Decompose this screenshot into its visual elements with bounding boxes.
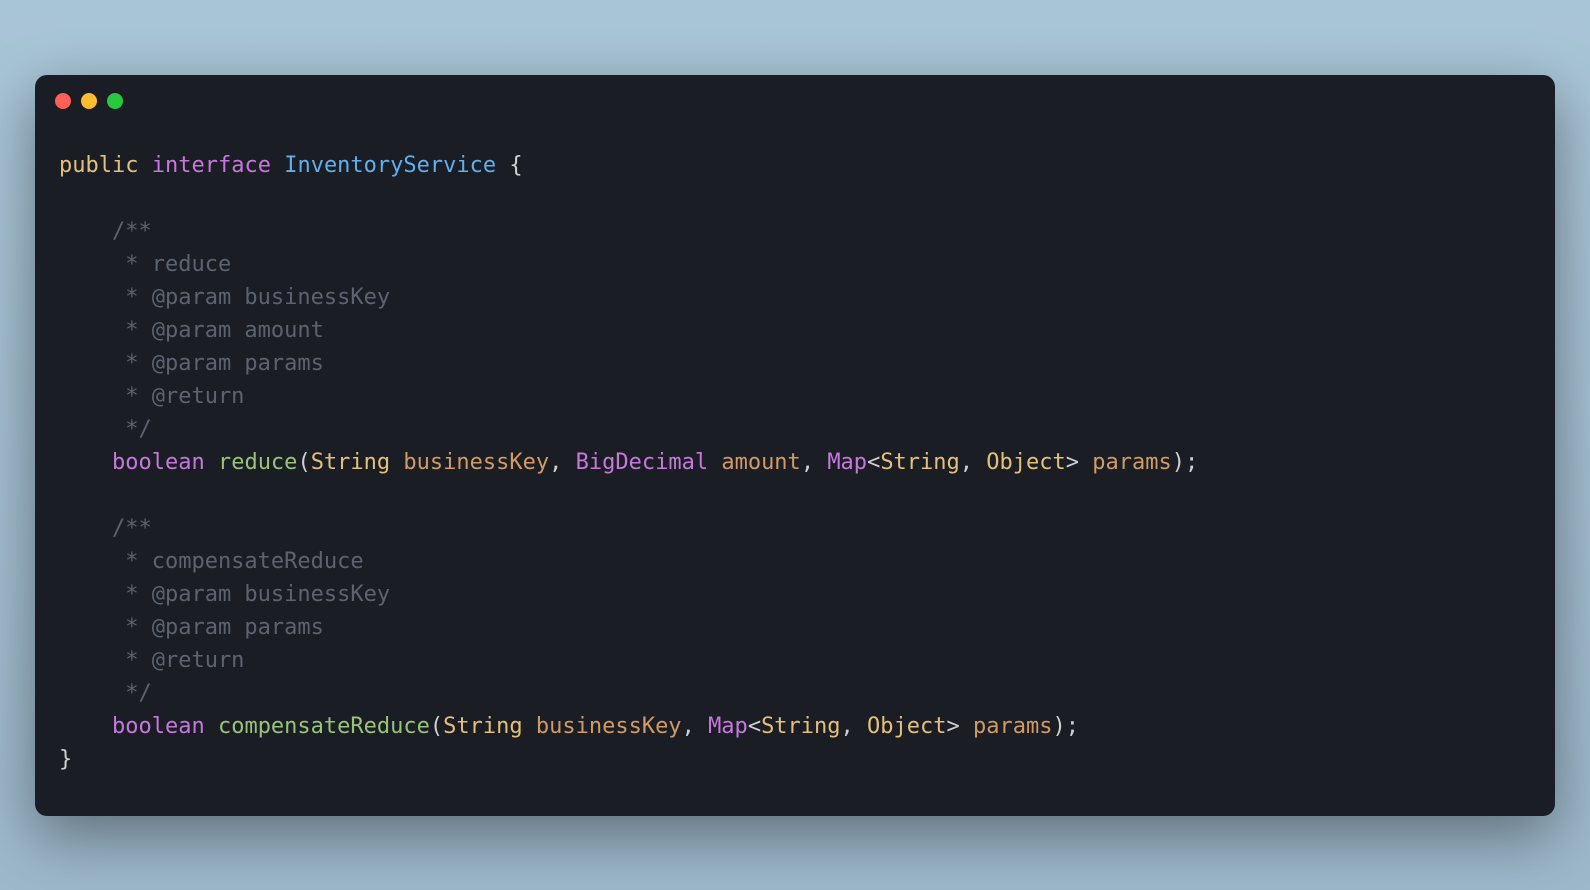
window-titlebar (35, 75, 1555, 109)
type-string: String (311, 450, 390, 475)
type-string: String (761, 714, 840, 739)
comma: , (801, 450, 828, 475)
generic-open: < (867, 450, 880, 475)
javadoc-param-name: params (231, 615, 324, 640)
javadoc-close: */ (59, 681, 152, 706)
code-content: public interface InventoryService { /** … (35, 109, 1555, 816)
javadoc-param-tag: * @param (59, 615, 231, 640)
param-name: businessKey (536, 714, 682, 739)
param-name: businessKey (403, 450, 549, 475)
close-brace: } (59, 747, 72, 772)
javadoc-param-name: amount (231, 318, 324, 343)
type-string: String (880, 450, 959, 475)
class-name: InventoryService (284, 153, 496, 178)
param-name: params (973, 714, 1052, 739)
javadoc-param-name: businessKey (231, 285, 390, 310)
javadoc-return-tag: * @return (59, 384, 244, 409)
generic-open: < (748, 714, 761, 739)
javadoc-return-tag: * @return (59, 648, 244, 673)
javadoc-param-tag: * @param (59, 318, 231, 343)
javadoc-line: * reduce (59, 252, 231, 277)
generic-sep: , (960, 450, 987, 475)
javadoc-close: */ (59, 417, 152, 442)
javadoc-param-tag: * @param (59, 582, 231, 607)
generic-close: > (1066, 450, 1079, 475)
maximize-icon[interactable] (107, 93, 123, 109)
paren-open: ( (297, 450, 310, 475)
minimize-icon[interactable] (81, 93, 97, 109)
javadoc-param-name: params (231, 351, 324, 376)
type-object: Object (867, 714, 946, 739)
type-string: String (443, 714, 522, 739)
javadoc-open: /** (112, 516, 152, 541)
open-brace: { (509, 153, 522, 178)
keyword-public: public (59, 153, 138, 178)
param-name: params (1092, 450, 1171, 475)
javadoc-line: * compensateReduce (59, 549, 364, 574)
close-icon[interactable] (55, 93, 71, 109)
method-name: reduce (218, 450, 297, 475)
javadoc-open: /** (112, 219, 152, 244)
type-map: Map (827, 450, 867, 475)
keyword-boolean: boolean (112, 714, 205, 739)
generic-sep: , (841, 714, 868, 739)
type-object: Object (986, 450, 1065, 475)
type-map: Map (708, 714, 748, 739)
keyword-boolean: boolean (112, 450, 205, 475)
comma: , (682, 714, 709, 739)
javadoc-param-name: businessKey (231, 582, 390, 607)
paren-open: ( (430, 714, 443, 739)
paren-close: ); (1172, 450, 1199, 475)
type-bigdecimal: BigDecimal (576, 450, 708, 475)
javadoc-param-tag: * @param (59, 351, 231, 376)
method-name: compensateReduce (218, 714, 430, 739)
paren-close: ); (1053, 714, 1080, 739)
generic-close: > (947, 714, 960, 739)
keyword-interface: interface (152, 153, 271, 178)
param-name: amount (721, 450, 800, 475)
comma: , (549, 450, 576, 475)
javadoc-param-tag: * @param (59, 285, 231, 310)
code-window: public interface InventoryService { /** … (35, 75, 1555, 816)
